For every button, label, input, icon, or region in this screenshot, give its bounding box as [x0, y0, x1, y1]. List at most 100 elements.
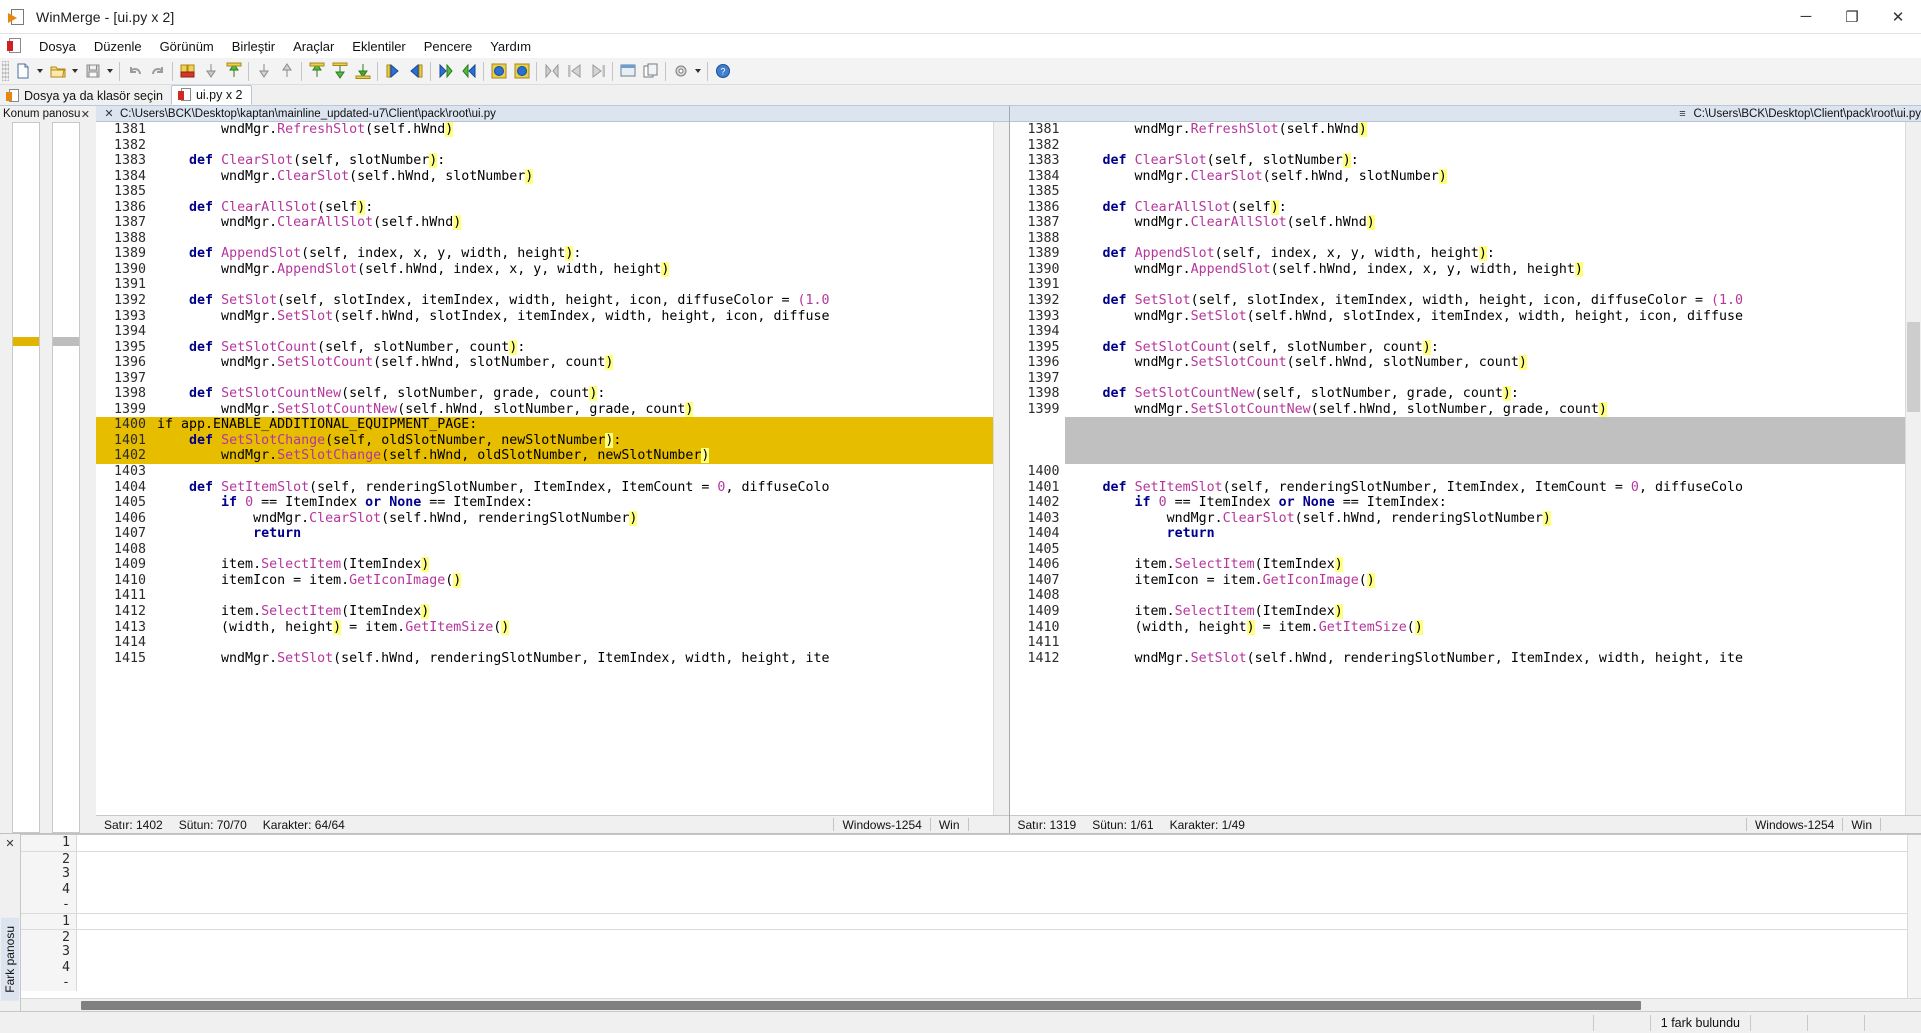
code-line[interactable]: 1410 itemIcon = item.GetIconImage() [96, 572, 1009, 589]
code-line[interactable]: 1393 wndMgr.SetSlot(self.hWnd, slotIndex… [96, 308, 1009, 325]
code-line[interactable]: 1392 def SetSlot(self, slotIndex, itemIn… [96, 293, 1009, 309]
redo-icon[interactable] [146, 60, 169, 83]
diff-pane-row[interactable]: 2 [21, 928, 1921, 945]
location-pane-body[interactable] [0, 122, 96, 833]
diff-pane-body[interactable]: 1234-1234- [20, 834, 1921, 1011]
diff-pane-row[interactable]: 1 [21, 912, 1921, 929]
tab-select-files[interactable]: Dosya ya da klasör seçin [0, 86, 171, 105]
code-line[interactable]: 1408 [1009, 588, 1921, 604]
menu-dosya[interactable]: Dosya [30, 36, 85, 57]
code-line[interactable]: 1408 [96, 541, 1009, 558]
last-diff-icon[interactable] [351, 60, 374, 83]
diff-pane-row[interactable]: - [21, 897, 1921, 913]
code-line[interactable]: 1409 item.SelectItem(ItemIndex) [1009, 603, 1921, 620]
menu-eklentiler[interactable]: Eklentiler [343, 36, 414, 57]
tab-ui-py[interactable]: ui.py x 2 [170, 85, 252, 105]
right-scroll-thumb[interactable] [1907, 322, 1920, 412]
left-editor[interactable]: 1381 wndMgr.RefreshSlot(self.hWnd) 1382 13… [96, 122, 1009, 815]
code-line[interactable]: 1388 [96, 230, 1009, 247]
diff-pane-row[interactable]: 1 [21, 835, 1921, 851]
code-line[interactable]: 1410 (width, height) = item.GetItemSize(… [1009, 619, 1921, 636]
save-dropdown[interactable] [104, 60, 116, 83]
previous-conflict-icon[interactable] [457, 60, 480, 83]
code-line[interactable]: 1398 def SetSlotCountNew(self, slotNumbe… [96, 386, 1009, 402]
code-line[interactable]: 1382 [96, 137, 1009, 154]
prev-file-icon[interactable] [563, 60, 586, 83]
diff-pane-row[interactable]: 4 [21, 881, 1921, 898]
diff-pane-horizontal-scrollbar[interactable] [21, 998, 1921, 1011]
next-diff-icon[interactable] [381, 60, 404, 83]
code-line[interactable]: 1398 def SetSlotCountNew(self, slotNumbe… [1009, 386, 1921, 402]
code-line[interactable]: 1389 def AppendSlot(self, index, x, y, w… [1009, 246, 1921, 262]
code-line[interactable] [1009, 432, 1921, 449]
right-editor[interactable]: 1381 wndMgr.RefreshSlot(self.hWnd) 1382 13… [1009, 122, 1921, 815]
left-path-bar[interactable]: ✕ C:\Users\BCK\Desktop\kaptan\mainline_u… [96, 106, 1009, 122]
new-file-icon[interactable] [11, 60, 34, 83]
code-line[interactable]: 1390 wndMgr.AppendSlot(self.hWnd, index,… [96, 261, 1009, 278]
code-line[interactable]: 1391 [1009, 277, 1921, 294]
code-line[interactable]: 1394 [96, 324, 1009, 340]
copy-left-icon[interactable] [222, 60, 245, 83]
diff-pane-row[interactable]: - [21, 975, 1921, 991]
code-line[interactable]: 1402 wndMgr.SetSlotChange(self.hWnd, old… [96, 448, 1009, 465]
close-icon[interactable]: ✕ [81, 108, 90, 121]
code-line[interactable]: 1406 item.SelectItem(ItemIndex) [1009, 557, 1921, 573]
code-line[interactable]: 1397 [96, 370, 1009, 387]
code-line[interactable]: 1415 wndMgr.SetSlot(self.hWnd, rendering… [96, 650, 1009, 667]
new-file-dropdown[interactable] [34, 60, 46, 83]
help-icon[interactable]: ? [711, 60, 734, 83]
location-bar-right[interactable] [52, 122, 80, 833]
code-line[interactable]: 1396 wndMgr.SetSlotCount(self.hWnd, slot… [1009, 355, 1921, 371]
code-line[interactable]: 1395 def SetSlotCount(self, slotNumber, … [96, 339, 1009, 356]
diff-pane-row[interactable]: 2 [21, 850, 1921, 867]
select-files-icon[interactable] [639, 60, 662, 83]
code-line[interactable]: 1405 if 0 == ItemIndex or None == ItemIn… [96, 495, 1009, 511]
menu-birlestir[interactable]: Birleştir [223, 36, 284, 57]
code-line[interactable]: 1402 if 0 == ItemIndex or None == ItemIn… [1009, 495, 1921, 511]
code-line[interactable]: 1412 wndMgr.SetSlot(self.hWnd, rendering… [1009, 650, 1921, 667]
code-line[interactable]: 1387 wndMgr.ClearAllSlot(self.hWnd) [96, 215, 1009, 231]
previous-diff-icon[interactable] [404, 60, 427, 83]
close-button[interactable]: ✕ [1875, 0, 1921, 34]
code-line[interactable]: 1387 wndMgr.ClearAllSlot(self.hWnd) [1009, 215, 1921, 231]
code-line[interactable]: 1399 wndMgr.SetSlotCountNew(self.hWnd, s… [1009, 401, 1921, 418]
code-line[interactable]: 1386 def ClearAllSlot(self): [96, 199, 1009, 216]
code-line[interactable]: 1411 [96, 588, 1009, 604]
code-line[interactable]: 1406 wndMgr.ClearSlot(self.hWnd, renderi… [96, 510, 1009, 527]
merge-icon[interactable] [540, 60, 563, 83]
code-line[interactable] [1009, 417, 1921, 433]
menu-duzenle[interactable]: Düzenle [85, 36, 151, 57]
code-line[interactable]: 1403 wndMgr.ClearSlot(self.hWnd, renderi… [1009, 510, 1921, 527]
menu-pencere[interactable]: Pencere [415, 36, 481, 57]
diff-pane-row[interactable]: 3 [21, 944, 1921, 960]
code-line[interactable]: 1389 def AppendSlot(self, index, x, y, w… [96, 246, 1009, 262]
code-line[interactable]: 1404 def SetItemSlot(self, renderingSlot… [96, 479, 1009, 496]
code-line[interactable]: 1400 if app.ENABLE_ADDITIONAL_EQUIPMENT_P… [96, 417, 1009, 433]
code-line[interactable]: 1412 item.SelectItem(ItemIndex) [96, 603, 1009, 620]
copy-all-left-icon[interactable] [305, 60, 328, 83]
code-line[interactable] [1009, 448, 1921, 465]
menu-gorunum[interactable]: Görünüm [151, 36, 223, 57]
diff-pane-row[interactable]: 4 [21, 959, 1921, 976]
code-line[interactable]: 1411 [1009, 635, 1921, 651]
code-line[interactable]: 1399 wndMgr.SetSlotCountNew(self.hWnd, s… [96, 401, 1009, 418]
code-line[interactable]: 1396 wndMgr.SetSlotCount(self.hWnd, slot… [96, 355, 1009, 371]
next-conflict-icon[interactable] [434, 60, 457, 83]
code-line[interactable]: 1381 wndMgr.RefreshSlot(self.hWnd) [1009, 122, 1921, 138]
left-vertical-scrollbar[interactable] [992, 122, 1009, 815]
code-line[interactable]: 1405 [1009, 541, 1921, 558]
code-line[interactable]: 1381 wndMgr.RefreshSlot(self.hWnd) [96, 122, 1009, 138]
refresh-icon[interactable] [176, 60, 199, 83]
options-icon[interactable] [669, 60, 692, 83]
menu-yardim[interactable]: Yardım [481, 36, 540, 57]
close-icon[interactable]: ✕ [5, 837, 14, 850]
next-file-icon[interactable] [586, 60, 609, 83]
code-line[interactable]: 1400 [1009, 464, 1921, 480]
code-line[interactable]: 1391 [96, 277, 1009, 294]
code-line[interactable]: 1413 (width, height) = item.GetItemSize(… [96, 619, 1009, 636]
diff-pane-scroll-thumb[interactable] [81, 1001, 1641, 1010]
maximize-button[interactable]: ❐ [1829, 0, 1875, 34]
open-file-dropdown[interactable] [69, 60, 81, 83]
close-icon[interactable]: ✕ [102, 107, 116, 120]
code-line[interactable]: 1401 def SetSlotChange(self, oldSlotNumb… [96, 432, 1009, 449]
